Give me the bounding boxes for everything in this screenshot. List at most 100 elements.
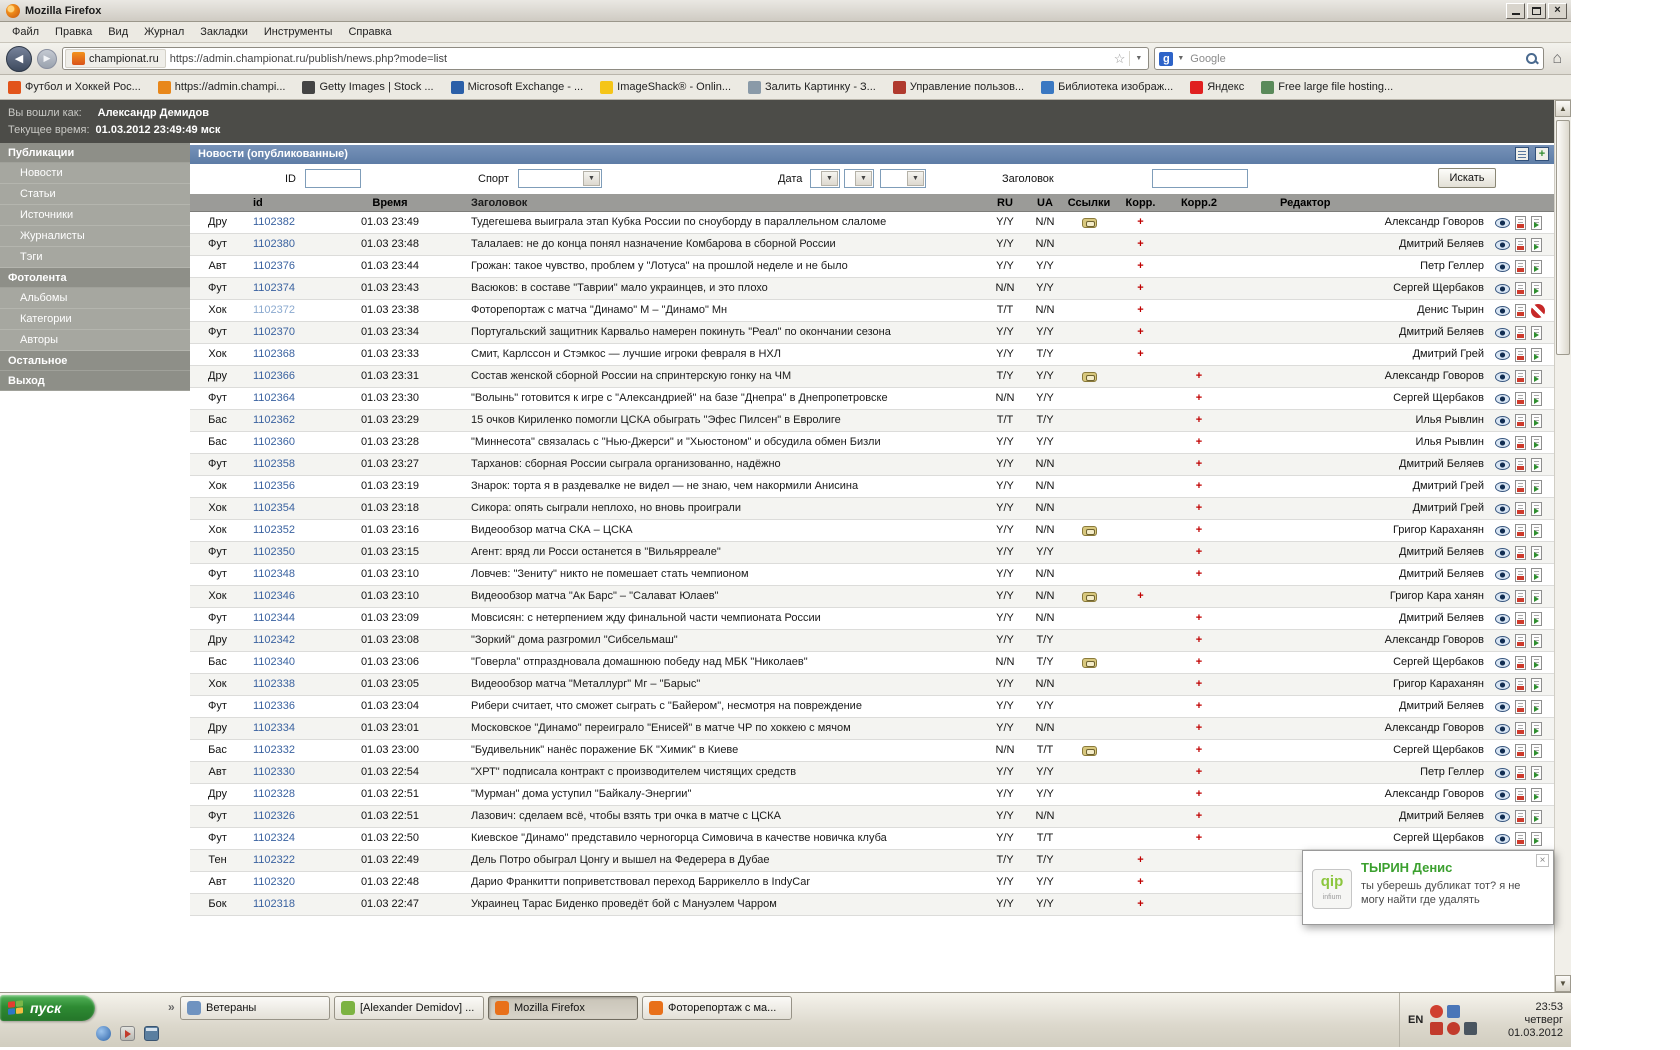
edit-icon[interactable] <box>1515 281 1526 296</box>
sidebar-item[interactable]: Фотолента <box>0 268 190 288</box>
taskbar-task[interactable]: Фоторепортаж с ма... <box>642 996 792 1020</box>
scroll-down-icon[interactable]: ▼ <box>1555 975 1571 992</box>
publish-icon[interactable] <box>1531 479 1542 494</box>
edit-icon[interactable] <box>1515 457 1526 472</box>
menu-item[interactable]: Правка <box>47 22 100 42</box>
row-id-link[interactable]: 1102324 <box>253 832 295 844</box>
view-icon[interactable] <box>1495 833 1510 844</box>
player-icon[interactable] <box>120 1026 135 1041</box>
publish-icon[interactable] <box>1531 633 1542 648</box>
scrollbar-thumb[interactable] <box>1556 120 1570 355</box>
view-icon[interactable] <box>1495 679 1510 690</box>
bookmark-item[interactable]: Free large file hosting... <box>1261 80 1393 94</box>
edit-icon[interactable] <box>1515 787 1526 802</box>
filter-id-input[interactable] <box>305 169 361 188</box>
row-id-link[interactable]: 1102338 <box>253 678 295 690</box>
view-icon[interactable] <box>1495 261 1510 272</box>
row-id-link[interactable]: 1102344 <box>253 612 295 624</box>
taskbar-task[interactable]: [Alexander Demidov] ... <box>334 996 484 1020</box>
row-id-link[interactable]: 1102354 <box>253 502 295 514</box>
back-button[interactable]: ◀ <box>6 45 32 72</box>
maximize-button[interactable] <box>1527 2 1546 19</box>
edit-icon[interactable] <box>1515 237 1526 252</box>
link-icon[interactable] <box>1081 217 1097 228</box>
edit-icon[interactable] <box>1515 699 1526 714</box>
view-icon[interactable] <box>1495 459 1510 470</box>
close-button[interactable]: × <box>1548 2 1567 19</box>
home-icon[interactable]: ⌂ <box>1549 50 1565 68</box>
view-icon[interactable] <box>1495 327 1510 338</box>
publish-icon[interactable] <box>1531 501 1542 516</box>
row-id-link[interactable]: 1102332 <box>253 744 295 756</box>
language-indicator[interactable]: EN <box>1408 1014 1423 1026</box>
sidebar-item[interactable]: Авторы <box>0 330 190 351</box>
bookmark-item[interactable]: Управление пользов... <box>892 80 1024 94</box>
edit-icon[interactable] <box>1515 259 1526 274</box>
row-id-link[interactable]: 1102352 <box>253 524 295 536</box>
search-box[interactable]: g ▼ <box>1154 47 1545 70</box>
row-id-link[interactable]: 1102336 <box>253 700 295 712</box>
view-icon[interactable] <box>1495 745 1510 756</box>
publish-icon[interactable] <box>1531 259 1542 274</box>
view-icon[interactable] <box>1495 591 1510 602</box>
row-id-link[interactable]: 1102360 <box>253 436 295 448</box>
globe-icon[interactable] <box>96 1026 111 1041</box>
site-identity[interactable]: championat.ru <box>65 49 166 68</box>
vertical-scrollbar[interactable]: ▲ ▼ <box>1554 100 1571 992</box>
edit-icon[interactable] <box>1515 765 1526 780</box>
edit-icon[interactable] <box>1515 215 1526 230</box>
row-id-link[interactable]: 1102330 <box>253 766 295 778</box>
tray-icon-1[interactable] <box>1430 1005 1444 1018</box>
link-icon[interactable] <box>1081 525 1097 536</box>
edit-icon[interactable] <box>1515 479 1526 494</box>
publish-icon[interactable] <box>1531 655 1542 670</box>
row-id-link[interactable]: 1102362 <box>253 414 295 426</box>
menu-item[interactable]: Инструменты <box>256 22 341 42</box>
publish-icon[interactable] <box>1531 743 1542 758</box>
publish-icon[interactable] <box>1531 325 1542 340</box>
publish-icon[interactable] <box>1531 523 1542 538</box>
row-id-link[interactable]: 1102334 <box>253 722 295 734</box>
view-icon[interactable] <box>1495 525 1510 536</box>
tray-icon-4[interactable] <box>1447 1022 1461 1035</box>
edit-icon[interactable] <box>1515 633 1526 648</box>
menu-item[interactable]: Справка <box>340 22 399 42</box>
view-icon[interactable] <box>1495 723 1510 734</box>
view-icon[interactable] <box>1495 393 1510 404</box>
view-icon[interactable] <box>1495 503 1510 514</box>
publish-icon[interactable] <box>1531 567 1542 582</box>
publish-icon[interactable] <box>1531 435 1542 450</box>
view-icon[interactable] <box>1495 547 1510 558</box>
row-id-link[interactable]: 1102346 <box>253 590 295 602</box>
bookmark-item[interactable]: ImageShack® - Onlin... <box>600 80 731 94</box>
tray-icon-3[interactable] <box>1430 1022 1444 1035</box>
edit-icon[interactable] <box>1515 545 1526 560</box>
search-button[interactable]: Искать <box>1438 168 1496 188</box>
edit-icon[interactable] <box>1515 655 1526 670</box>
view-icon[interactable] <box>1495 371 1510 382</box>
row-id-link[interactable]: 1102380 <box>253 238 295 250</box>
menu-item[interactable]: Закладки <box>192 22 256 42</box>
edit-icon[interactable] <box>1515 303 1526 318</box>
blocked-icon[interactable] <box>1531 303 1545 318</box>
row-id-link[interactable]: 1102374 <box>253 282 295 294</box>
bookmark-item[interactable]: Microsoft Exchange - ... <box>450 80 583 94</box>
edit-icon[interactable] <box>1515 523 1526 538</box>
sidebar-item[interactable]: Тэги <box>0 247 190 268</box>
link-icon[interactable] <box>1081 657 1097 668</box>
publish-icon[interactable] <box>1531 391 1542 406</box>
search-engine-dropdown-icon[interactable]: ▼ <box>1177 55 1184 62</box>
filter-sport-select[interactable] <box>518 169 602 188</box>
view-icon[interactable] <box>1495 239 1510 250</box>
export-icon[interactable] <box>1515 147 1529 161</box>
bookmark-item[interactable]: https://admin.champi... <box>157 80 285 94</box>
row-id-link[interactable]: 1102348 <box>253 568 295 580</box>
scroll-up-icon[interactable]: ▲ <box>1555 100 1571 117</box>
view-icon[interactable] <box>1495 613 1510 624</box>
publish-icon[interactable] <box>1531 699 1542 714</box>
publish-icon[interactable] <box>1531 281 1542 296</box>
link-icon[interactable] <box>1081 371 1097 382</box>
menu-item[interactable]: Журнал <box>136 22 192 42</box>
sidebar-item[interactable]: Альбомы <box>0 288 190 309</box>
bookmark-star-icon[interactable]: ☆ <box>1114 52 1126 65</box>
